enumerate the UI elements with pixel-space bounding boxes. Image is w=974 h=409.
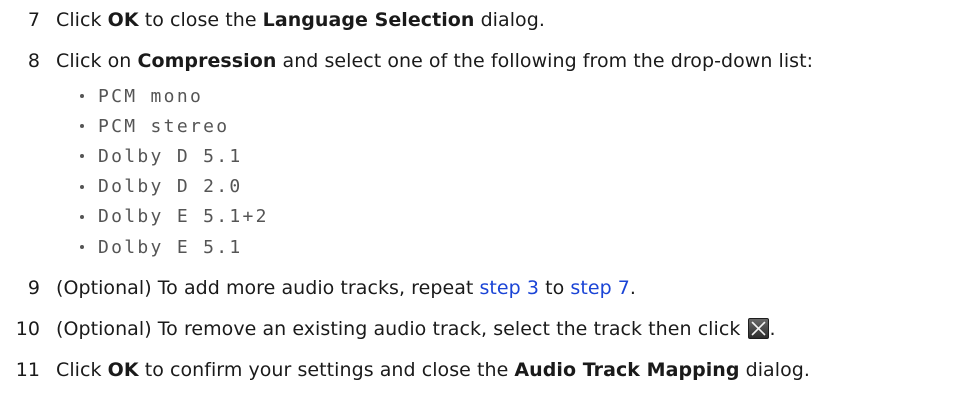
step-text-part: (Optional) To remove an existing audio t…: [56, 318, 747, 340]
list-item: PCM mono: [80, 81, 269, 111]
option-text: Dolby E 5.1: [98, 236, 243, 258]
compression-options-list: PCM mono PCM stereo Dolby D 5.1 Dolby D …: [80, 81, 269, 262]
step-text-part: Click on: [56, 50, 138, 72]
step-text-part: Click: [56, 9, 108, 31]
list-item: PCM stereo: [80, 111, 269, 141]
option-text: Dolby D 2.0: [98, 176, 243, 198]
step-text-part: and select one of the following from the…: [276, 50, 814, 72]
step-text-part: .: [769, 318, 776, 340]
list-item: Dolby E 5.1+2: [80, 202, 269, 232]
bullet-icon: [80, 245, 84, 250]
step-number: 11: [15, 359, 40, 381]
ok-term: OK: [107, 9, 139, 31]
step-number: 9: [27, 277, 40, 299]
step-text-part: (Optional) To add more audio tracks, rep…: [56, 277, 480, 299]
step-8: 8 Click on Compression and select one of…: [0, 44, 813, 78]
list-item: Dolby D 5.1: [80, 141, 269, 171]
step-3-link[interactable]: step 3: [479, 277, 539, 299]
step-text: (Optional) To remove an existing audio t…: [56, 318, 776, 340]
step-text: Click on Compression and select one of t…: [56, 50, 813, 72]
step-text-part: to: [539, 277, 571, 299]
step-text-part: dialog.: [474, 9, 545, 31]
language-selection-term: Language Selection: [262, 9, 475, 31]
bullet-icon: [80, 124, 84, 129]
step-number: 7: [27, 9, 40, 31]
list-item: Dolby D 2.0: [80, 172, 269, 202]
ok-term: OK: [107, 359, 139, 381]
step-text: Click OK to confirm your settings and cl…: [56, 359, 810, 381]
bullet-icon: [80, 184, 84, 189]
step-9: 9 (Optional) To add more audio tracks, r…: [0, 271, 636, 305]
compression-term: Compression: [137, 50, 277, 72]
step-text: Click OK to close the Language Selection…: [56, 9, 545, 31]
bullet-icon: [80, 214, 84, 219]
step-7: 7 Click OK to close the Language Selecti…: [0, 3, 545, 37]
step-number: 8: [27, 50, 40, 72]
step-10: 10 (Optional) To remove an existing audi…: [0, 312, 776, 346]
remove-track-icon: [748, 318, 770, 339]
step-7-link[interactable]: step 7: [570, 277, 630, 299]
step-11: 11 Click OK to confirm your settings and…: [0, 353, 810, 387]
bullet-icon: [80, 94, 84, 99]
step-number: 10: [15, 318, 40, 340]
step-text: (Optional) To add more audio tracks, rep…: [56, 277, 636, 299]
option-text: PCM stereo: [98, 115, 230, 137]
option-text: Dolby D 5.1: [98, 145, 243, 167]
step-text-part: to close the: [138, 9, 263, 31]
bullet-icon: [80, 154, 84, 159]
step-text-part: to confirm your settings and close the: [138, 359, 515, 381]
step-text-part: Click: [56, 359, 108, 381]
option-text: Dolby E 5.1+2: [98, 206, 269, 228]
audio-track-mapping-term: Audio Track Mapping: [514, 359, 740, 381]
option-text: PCM mono: [98, 85, 204, 107]
step-text-part: dialog.: [739, 359, 810, 381]
list-item: Dolby E 5.1: [80, 232, 269, 262]
step-text-part: .: [629, 277, 636, 299]
document-page: 7 Click OK to close the Language Selecti…: [0, 0, 974, 409]
